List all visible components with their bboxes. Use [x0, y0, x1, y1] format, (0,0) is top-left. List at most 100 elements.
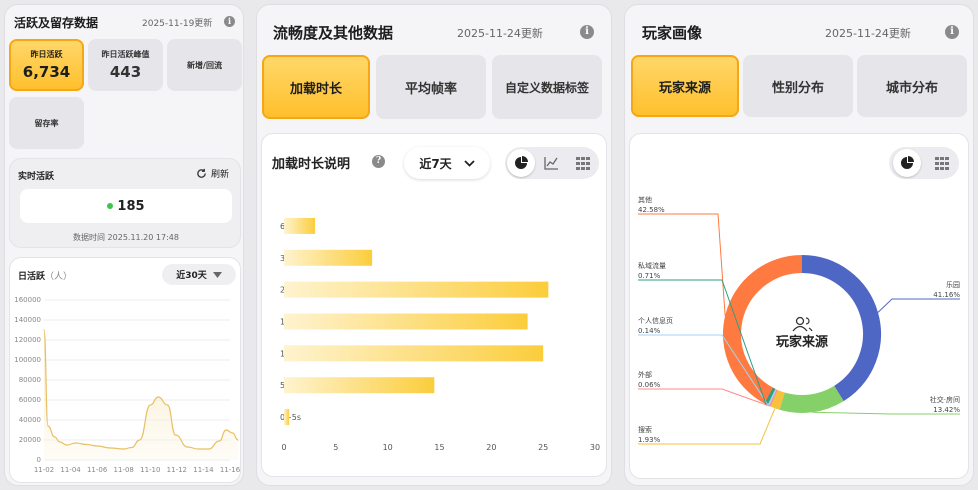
data-point — [186, 446, 189, 448]
help-icon[interactable]: ? — [372, 155, 385, 168]
bar — [284, 281, 549, 298]
x-tick-label: 11-14 — [193, 466, 214, 474]
realtime-value: 185 — [117, 198, 145, 214]
x-tick-label: 11-02 — [34, 466, 54, 474]
table-view-button[interactable] — [569, 149, 597, 177]
update-date: 2025-11-24更新 — [825, 27, 911, 40]
slice-percent: 0.06% — [638, 381, 661, 389]
chevron-down-icon — [464, 159, 475, 167]
player-profile-panel: 玩家画像 2025-11-24更新 i 玩家来源 性别分布 城市分布 玩家来源其… — [624, 4, 974, 486]
range-select[interactable]: 近7天 — [404, 147, 490, 179]
tab-average-fps[interactable]: 平均帧率 — [376, 55, 486, 119]
bar — [284, 409, 290, 426]
bar — [284, 313, 528, 330]
data-point — [166, 404, 169, 406]
data-point — [123, 448, 125, 450]
info-icon[interactable]: i — [580, 25, 594, 39]
data-point — [139, 439, 141, 441]
slice-label: 个人信息页 — [638, 316, 673, 325]
data-point — [59, 441, 61, 443]
player-source-card: 玩家来源 其他 42.58% 乐园 41.16% 社交·房间 13.42% 搜索 1.93% 外部… — [629, 133, 969, 479]
y-tick-label: 160000 — [14, 296, 41, 304]
fluency-panel: 流畅度及其他数据 2025-11-24更新 i 加载时长 平均帧率 自定义数据标… — [256, 4, 612, 486]
slice-percent: 0.71% — [638, 272, 661, 280]
slice-percent: 0.14% — [638, 327, 661, 335]
chart-type-switch — [505, 147, 599, 179]
panel-title: 流畅度及其他数据 — [273, 24, 394, 42]
tile-retention[interactable]: 留存率 — [9, 97, 84, 149]
tile-value: 443 — [109, 63, 142, 81]
info-icon[interactable]: i — [945, 25, 959, 39]
y-tick-label: 40000 — [19, 416, 41, 424]
x-tick-label: 30 — [590, 443, 600, 452]
data-point — [75, 442, 77, 444]
bar — [284, 345, 544, 362]
slice-label: 乐园 — [946, 280, 960, 289]
tile-label: 留存率 — [34, 118, 59, 128]
realtime-title: 实时活跃 — [18, 172, 55, 182]
y-tick-label: 60000 — [19, 396, 41, 404]
tile-label: 昨日活跃 — [30, 50, 63, 59]
tab-city[interactable]: 城市分布 — [857, 55, 967, 117]
donut-slice — [767, 388, 777, 406]
tab-player-source[interactable]: 玩家来源 — [631, 55, 739, 117]
info-icon[interactable]: i — [224, 16, 235, 27]
donut-slice — [779, 385, 844, 413]
x-tick-label: 11-08 — [114, 466, 134, 474]
donut-slice — [723, 255, 803, 405]
y-tick-label: 140000 — [14, 316, 41, 324]
tab-gender[interactable]: 性别分布 — [743, 55, 853, 117]
y-tick-label: 120000 — [14, 336, 41, 344]
x-tick-label: 10 — [383, 443, 393, 452]
data-point — [232, 432, 234, 434]
table-icon — [576, 156, 591, 170]
x-tick-label: 20 — [486, 443, 496, 452]
pie-chart-icon — [514, 156, 528, 169]
slice-label: 社交·房间 — [930, 395, 960, 404]
range-select[interactable]: 近30天 — [162, 264, 236, 285]
donut-slice — [764, 387, 776, 406]
line-view-button[interactable] — [538, 149, 566, 177]
data-point — [54, 436, 56, 438]
data-point — [237, 439, 239, 441]
tile-yesterday-active[interactable]: 昨日活跃 6,734 — [9, 39, 84, 91]
tab-custom-tags[interactable]: 自定义数据标签 — [492, 55, 602, 119]
x-tick-label: 15 — [434, 443, 444, 452]
donut-slice — [769, 389, 778, 407]
series-line — [43, 329, 239, 450]
tab-load-time[interactable]: 加载时长 — [262, 55, 370, 119]
data-point — [157, 396, 159, 398]
panel-title: 活跃及留存数据 — [14, 16, 99, 30]
tile-label: 昨日活跃峰值 — [101, 50, 150, 59]
tab-label: 自定义数据标签 — [504, 80, 589, 95]
leader-line — [877, 298, 960, 313]
x-tick-label: 5 — [333, 443, 338, 452]
slice-label: 搜索 — [638, 425, 652, 434]
category-label: 0~5s — [280, 413, 301, 422]
tile-yesterday-peak[interactable]: 昨日活跃峰值 443 — [88, 39, 163, 91]
tile-value: 6,734 — [22, 63, 71, 81]
donut-center-label: 玩家来源 — [776, 334, 828, 350]
y-tick-label: 0 — [37, 456, 41, 464]
data-point — [47, 425, 49, 427]
update-date: 2025-11-19更新 — [142, 19, 213, 29]
data-point — [96, 445, 98, 447]
data-point — [197, 448, 199, 450]
data-point — [43, 329, 45, 331]
pie-view-button[interactable] — [506, 149, 535, 177]
daily-unit: （人） — [45, 272, 73, 282]
tab-label: 城市分布 — [885, 80, 938, 96]
tile-label: 新增/回流 — [187, 60, 222, 70]
data-point — [208, 448, 210, 450]
refresh-button[interactable]: 刷新 — [196, 167, 229, 180]
update-date: 2025-11-24更新 — [457, 27, 543, 40]
x-tick-label: 25 — [538, 443, 548, 452]
refresh-icon — [197, 168, 206, 178]
activity-retention-panel: 活跃及留存数据 2025-11-19更新 i 昨日活跃 6,734 昨日活跃峰值… — [4, 4, 244, 486]
slice-label: 其他 — [638, 195, 652, 204]
tab-label: 性别分布 — [771, 80, 824, 96]
chevron-down-icon — [212, 271, 222, 278]
x-tick-label: 11-06 — [87, 466, 108, 474]
tile-new-returning[interactable]: 新增/回流 — [167, 39, 242, 91]
tab-label: 玩家来源 — [658, 80, 711, 96]
